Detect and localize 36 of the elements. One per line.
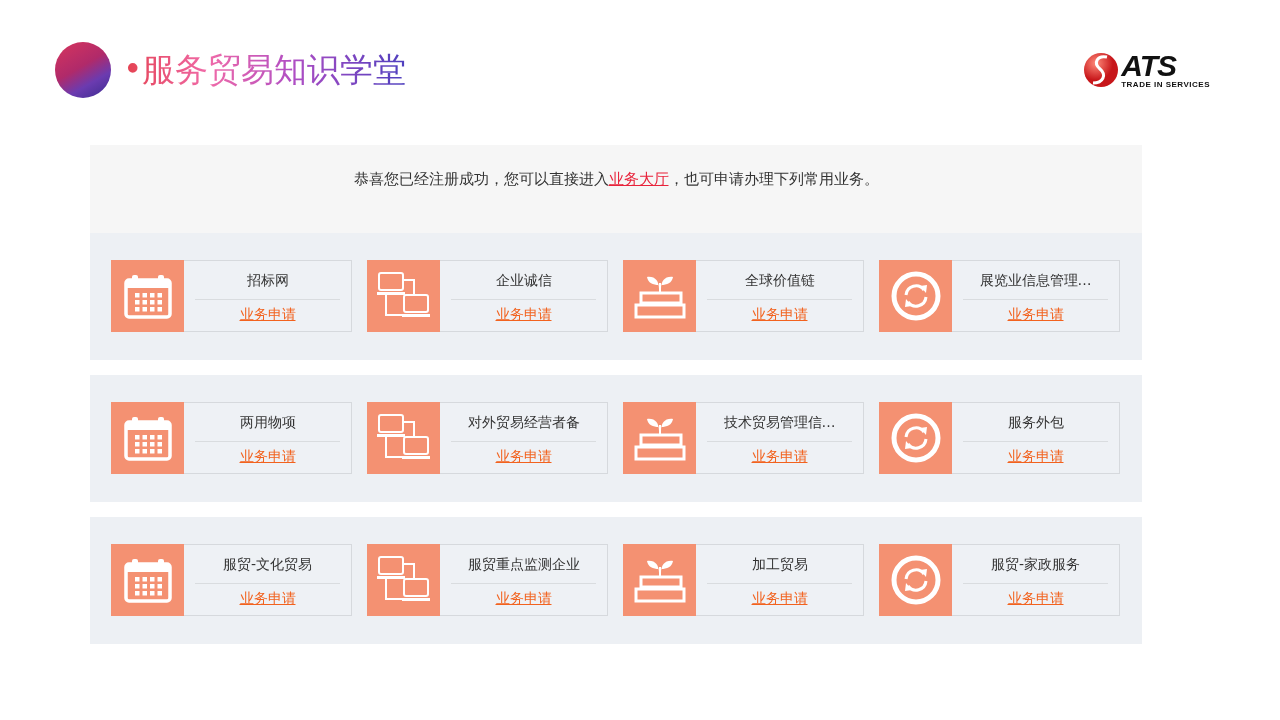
- calendar-icon: [122, 414, 173, 462]
- service-title: 服贸重点监测企业: [451, 545, 596, 584]
- apply-link[interactable]: 业务申请: [495, 306, 552, 324]
- apply-link[interactable]: 业务申请: [751, 590, 808, 608]
- apply-link[interactable]: 业务申请: [495, 448, 552, 466]
- service-title: 服贸-家政服务: [963, 545, 1108, 584]
- service-title: 服贸-文化贸易: [195, 545, 340, 584]
- apply-link[interactable]: 业务申请: [239, 306, 296, 324]
- refresh-icon: [890, 271, 941, 321]
- apply-link[interactable]: 业务申请: [1007, 306, 1064, 324]
- apply-link[interactable]: 业务申请: [239, 448, 296, 466]
- service-title: 两用物项: [195, 403, 340, 442]
- welcome-message: 恭喜您已经注册成功，您可以直接进入业务大厅，也可申请办理下列常用业务。: [353, 170, 879, 189]
- apply-link[interactable]: 业务申请: [1007, 448, 1064, 466]
- apply-link[interactable]: 业务申请: [751, 306, 808, 324]
- service-title: 加工贸易: [707, 545, 852, 584]
- apply-link[interactable]: 业务申请: [1007, 590, 1064, 608]
- service-title: 企业诚信: [451, 261, 596, 300]
- refresh-icon: [890, 413, 941, 463]
- logo-text: ATS: [1121, 51, 1178, 80]
- service-title: 全球价值链: [707, 261, 852, 300]
- logo-tagline: TRADE IN SERVICES: [1121, 79, 1210, 89]
- photo-placeholder: [55, 42, 111, 98]
- service-title: 展览业信息管理…: [963, 261, 1108, 300]
- service-title: 技术贸易管理信…: [707, 403, 852, 442]
- calendar-icon: [122, 556, 173, 604]
- apply-link[interactable]: 业务申请: [751, 448, 808, 466]
- apply-link[interactable]: 业务申请: [495, 590, 552, 608]
- business-hall-link[interactable]: 业务大厅: [608, 170, 669, 188]
- service-title: 招标网: [195, 261, 340, 300]
- apply-link[interactable]: 业务申请: [239, 590, 296, 608]
- sphere-logo-icon: [1083, 51, 1120, 89]
- refresh-icon: [890, 555, 941, 605]
- service-title: 服务外包: [963, 403, 1108, 442]
- service-title: 对外贸易经营者备: [451, 403, 596, 442]
- calendar-icon: [122, 272, 173, 320]
